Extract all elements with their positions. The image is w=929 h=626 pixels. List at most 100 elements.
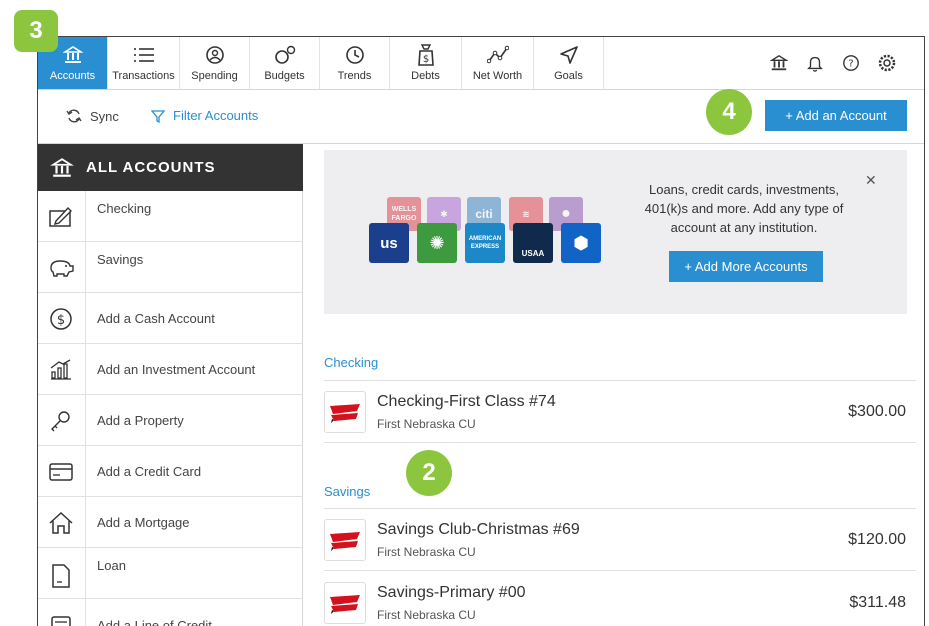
house-icon: [46, 508, 76, 538]
credit-card-icon: [46, 457, 76, 487]
dollar-icon: $: [46, 304, 76, 334]
sidebar-item-checking[interactable]: Checking: [38, 191, 303, 242]
piggy-bank-icon: [46, 253, 76, 283]
sidebar-item-add-line-of-credit[interactable]: Add a Line of Credit: [38, 599, 303, 626]
loan-icon: [46, 561, 76, 591]
tab-debts[interactable]: $ Debts: [390, 37, 462, 89]
usaa-logo-text: USAA: [521, 248, 545, 258]
sidebar-item-savings[interactable]: Savings: [38, 242, 303, 293]
account-institution: First Nebraska CU: [377, 608, 476, 622]
sidebar-divider: [85, 242, 86, 292]
sidebar-divider: [85, 446, 86, 496]
filter-icon: [151, 109, 165, 123]
top-navigation: Accounts Transactions Spending Budgets T…: [38, 37, 924, 90]
sidebar-divider: [85, 344, 86, 394]
callout-badge-3: 3: [14, 10, 58, 52]
accounts-main: WELLS FARGO ✱ citi ≋ ● us ✺ AMERICAN EXP…: [304, 144, 924, 626]
add-account-button[interactable]: + Add an Account: [765, 100, 907, 131]
green-bank-logo: ✺: [417, 223, 457, 263]
add-more-accounts-button[interactable]: + Add More Accounts: [669, 251, 823, 282]
account-balance: $311.48: [849, 594, 906, 611]
first-nebraska-logo: [324, 519, 366, 561]
sidebar-item-add-investment[interactable]: Add an Investment Account: [38, 344, 303, 395]
add-accounts-promo: WELLS FARGO ✱ citi ≋ ● us ✺ AMERICAN EXP…: [324, 150, 907, 314]
sidebar-item-label: Loan: [97, 558, 126, 573]
tab-transactions[interactable]: Transactions: [108, 37, 180, 89]
tab-goals[interactable]: Goals: [534, 37, 604, 89]
account-name: Savings-Primary #00: [377, 584, 526, 601]
gear-icon[interactable]: [876, 52, 898, 74]
citi-logo-text: citi: [475, 207, 493, 221]
sidebar-item-label: Savings: [97, 252, 144, 267]
american-express-logo: AMERICAN EXPRESS: [465, 223, 505, 263]
spending-icon: [204, 44, 226, 66]
net-worth-icon: [486, 44, 509, 66]
filter-accounts-button[interactable]: Filter Accounts: [151, 108, 258, 123]
promo-text-line3: account at any institution.: [670, 220, 818, 235]
sidebar-item-label: Add a Line of Credit: [97, 618, 212, 626]
key-icon: [46, 406, 76, 436]
callout-badge-2: 2: [406, 450, 452, 496]
us-bank-logo: us: [369, 223, 409, 263]
tab-label: Net Worth: [472, 70, 523, 82]
bell-icon[interactable]: [804, 52, 826, 74]
close-icon[interactable]: ✕: [865, 172, 877, 189]
callout-badge-4: 4: [706, 89, 752, 135]
account-row[interactable]: Savings-Primary #00 First Nebraska CU $3…: [324, 572, 916, 626]
tab-label: Spending: [191, 70, 238, 82]
sync-button[interactable]: Sync: [66, 108, 119, 124]
first-nebraska-logo: [324, 582, 366, 624]
list-icon: [133, 44, 155, 66]
tab-label: Debts: [411, 70, 440, 82]
sidebar-item-label: Add an Investment Account: [97, 362, 256, 377]
sidebar-divider: [85, 497, 86, 547]
svg-text:$: $: [57, 313, 65, 328]
tab-label: Budgets: [264, 70, 305, 82]
sync-label: Sync: [90, 108, 119, 124]
sidebar-item-label: Add a Cash Account: [97, 311, 215, 326]
account-balance: $120.00: [848, 531, 906, 548]
account-row[interactable]: Checking-First Class #74 First Nebraska …: [324, 380, 916, 443]
tab-label: Trends: [337, 70, 372, 82]
accounts-sidebar: ALL ACCOUNTS Checking Savings $ Add a Ca…: [38, 144, 303, 626]
sidebar-divider: [85, 599, 86, 626]
sidebar-divider: [85, 191, 86, 241]
institution-icon[interactable]: [768, 52, 790, 74]
sidebar-item-add-property[interactable]: Add a Property: [38, 395, 303, 446]
promo-text-line2a: 401(k)s and more.: [644, 201, 754, 216]
promo-message: Loans, credit cards, investments, 401(k)…: [639, 180, 849, 237]
debts-icon: $: [415, 44, 437, 66]
sidebar-item-label: Add a Credit Card: [97, 464, 202, 479]
amex-logo-text: AMERICAN EXPRESS: [468, 236, 502, 250]
all-accounts-header[interactable]: ALL ACCOUNTS: [38, 144, 303, 191]
tab-budgets[interactable]: Budgets: [250, 37, 320, 89]
sidebar-item-label: Add a Mortgage: [97, 515, 190, 530]
usaa-logo: USAA: [513, 223, 553, 263]
us-bank-logo-text: us: [380, 234, 398, 252]
svg-text:?: ?: [848, 59, 853, 70]
bank-icon: [50, 157, 74, 179]
sidebar-item-loan[interactable]: Loan: [38, 548, 303, 599]
account-name: Savings Club-Christmas #69: [377, 521, 580, 538]
tab-trends[interactable]: Trends: [320, 37, 390, 89]
investment-icon: [46, 355, 76, 385]
section-title-savings: Savings: [324, 484, 371, 499]
app-window: Accounts Transactions Spending Budgets T…: [37, 36, 925, 626]
tab-net-worth[interactable]: Net Worth: [462, 37, 534, 89]
account-name: Checking-First Class #74: [377, 393, 556, 410]
account-balance: $300.00: [848, 403, 906, 420]
tab-label: Accounts: [49, 70, 96, 82]
goals-icon: [558, 44, 580, 66]
svg-text:$: $: [422, 54, 428, 65]
sidebar-divider: [85, 293, 86, 343]
checking-icon: [46, 202, 76, 232]
sidebar-divider: [85, 548, 86, 598]
sync-icon: [66, 108, 82, 124]
account-row[interactable]: Savings Club-Christmas #69 First Nebrask…: [324, 508, 916, 571]
tab-spending[interactable]: Spending: [180, 37, 250, 89]
help-icon[interactable]: ?: [840, 52, 862, 74]
filter-label: Filter Accounts: [173, 108, 259, 123]
sidebar-item-add-credit-card[interactable]: Add a Credit Card: [38, 446, 303, 497]
sidebar-item-add-cash-account[interactable]: $ Add a Cash Account: [38, 293, 303, 344]
sidebar-item-add-mortgage[interactable]: Add a Mortgage: [38, 497, 303, 548]
